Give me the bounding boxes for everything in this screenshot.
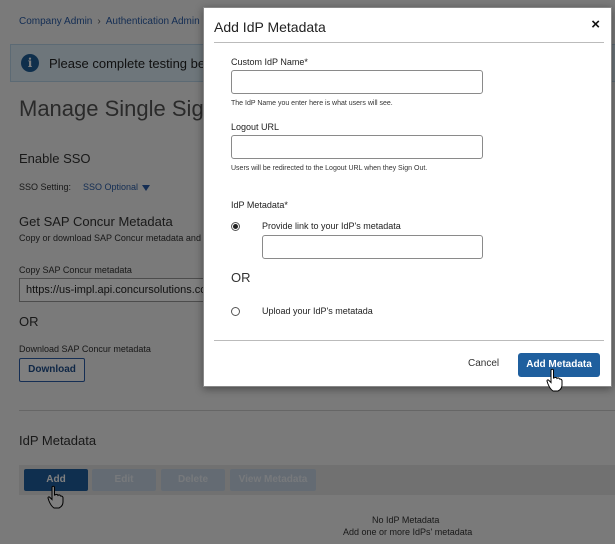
metadata-link-input[interactable]	[262, 235, 483, 259]
provide-link-label[interactable]: Provide link to your IdP's metadata	[262, 221, 401, 231]
close-icon[interactable]: ×	[591, 16, 600, 33]
upload-metadata-radio[interactable]	[231, 307, 240, 316]
dialog-title: Add IdP Metadata	[214, 19, 326, 35]
dialog-or-text: OR	[231, 270, 251, 285]
logout-url-label: Logout URL	[231, 122, 280, 132]
custom-idp-name-input[interactable]	[231, 70, 483, 94]
provide-link-radio[interactable]	[231, 222, 240, 231]
idp-metadata-label: IdP Metadata*	[231, 200, 288, 210]
upload-metadata-label[interactable]: Upload your IdP's metatada	[262, 306, 373, 316]
cancel-button[interactable]: Cancel	[468, 358, 499, 369]
logout-url-input[interactable]	[231, 135, 483, 159]
add-idp-metadata-dialog: Add IdP Metadata × Custom IdP Name* The …	[203, 7, 612, 392]
custom-idp-name-label: Custom IdP Name*	[231, 57, 308, 67]
logout-url-help: Users will be redirected to the Logout U…	[231, 165, 428, 172]
custom-idp-name-help: The IdP Name you enter here is what user…	[231, 100, 393, 107]
hand-cursor-icon	[546, 368, 563, 392]
dialog-header-divider	[214, 42, 604, 43]
dialog-footer-divider	[214, 340, 604, 341]
